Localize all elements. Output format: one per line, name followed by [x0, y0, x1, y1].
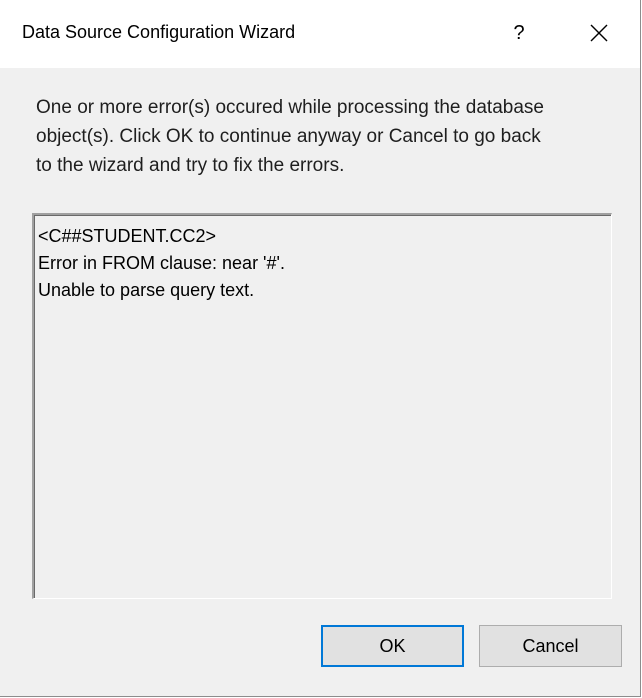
error-detail-line: Unable to parse query text.: [38, 280, 255, 300]
cancel-button[interactable]: Cancel: [479, 625, 622, 667]
error-detail-line: Error in FROM clause: near '#'.: [38, 253, 285, 273]
help-button[interactable]: ?: [490, 10, 548, 56]
question-mark-icon: ?: [513, 21, 525, 44]
title-bar[interactable]: Data Source Configuration Wizard ?: [0, 0, 640, 68]
error-message: One or more error(s) occured while proce…: [36, 93, 626, 180]
close-button[interactable]: [570, 10, 628, 56]
close-icon: [590, 24, 608, 42]
wizard-dialog: Data Source Configuration Wizard ? One o…: [0, 0, 641, 697]
window-title: Data Source Configuration Wizard: [22, 22, 296, 42]
error-message-line: object(s). Click OK to continue anyway o…: [36, 126, 541, 147]
ok-button[interactable]: OK: [321, 625, 464, 667]
error-details-textbox[interactable]: <C##STUDENT.CC2> Error in FROM clause: n…: [32, 213, 612, 599]
error-message-line: to the wizard and try to fix the errors.: [36, 155, 345, 176]
error-message-line: One or more error(s) occured while proce…: [36, 97, 544, 118]
error-detail-line: <C##STUDENT.CC2>: [38, 226, 217, 246]
